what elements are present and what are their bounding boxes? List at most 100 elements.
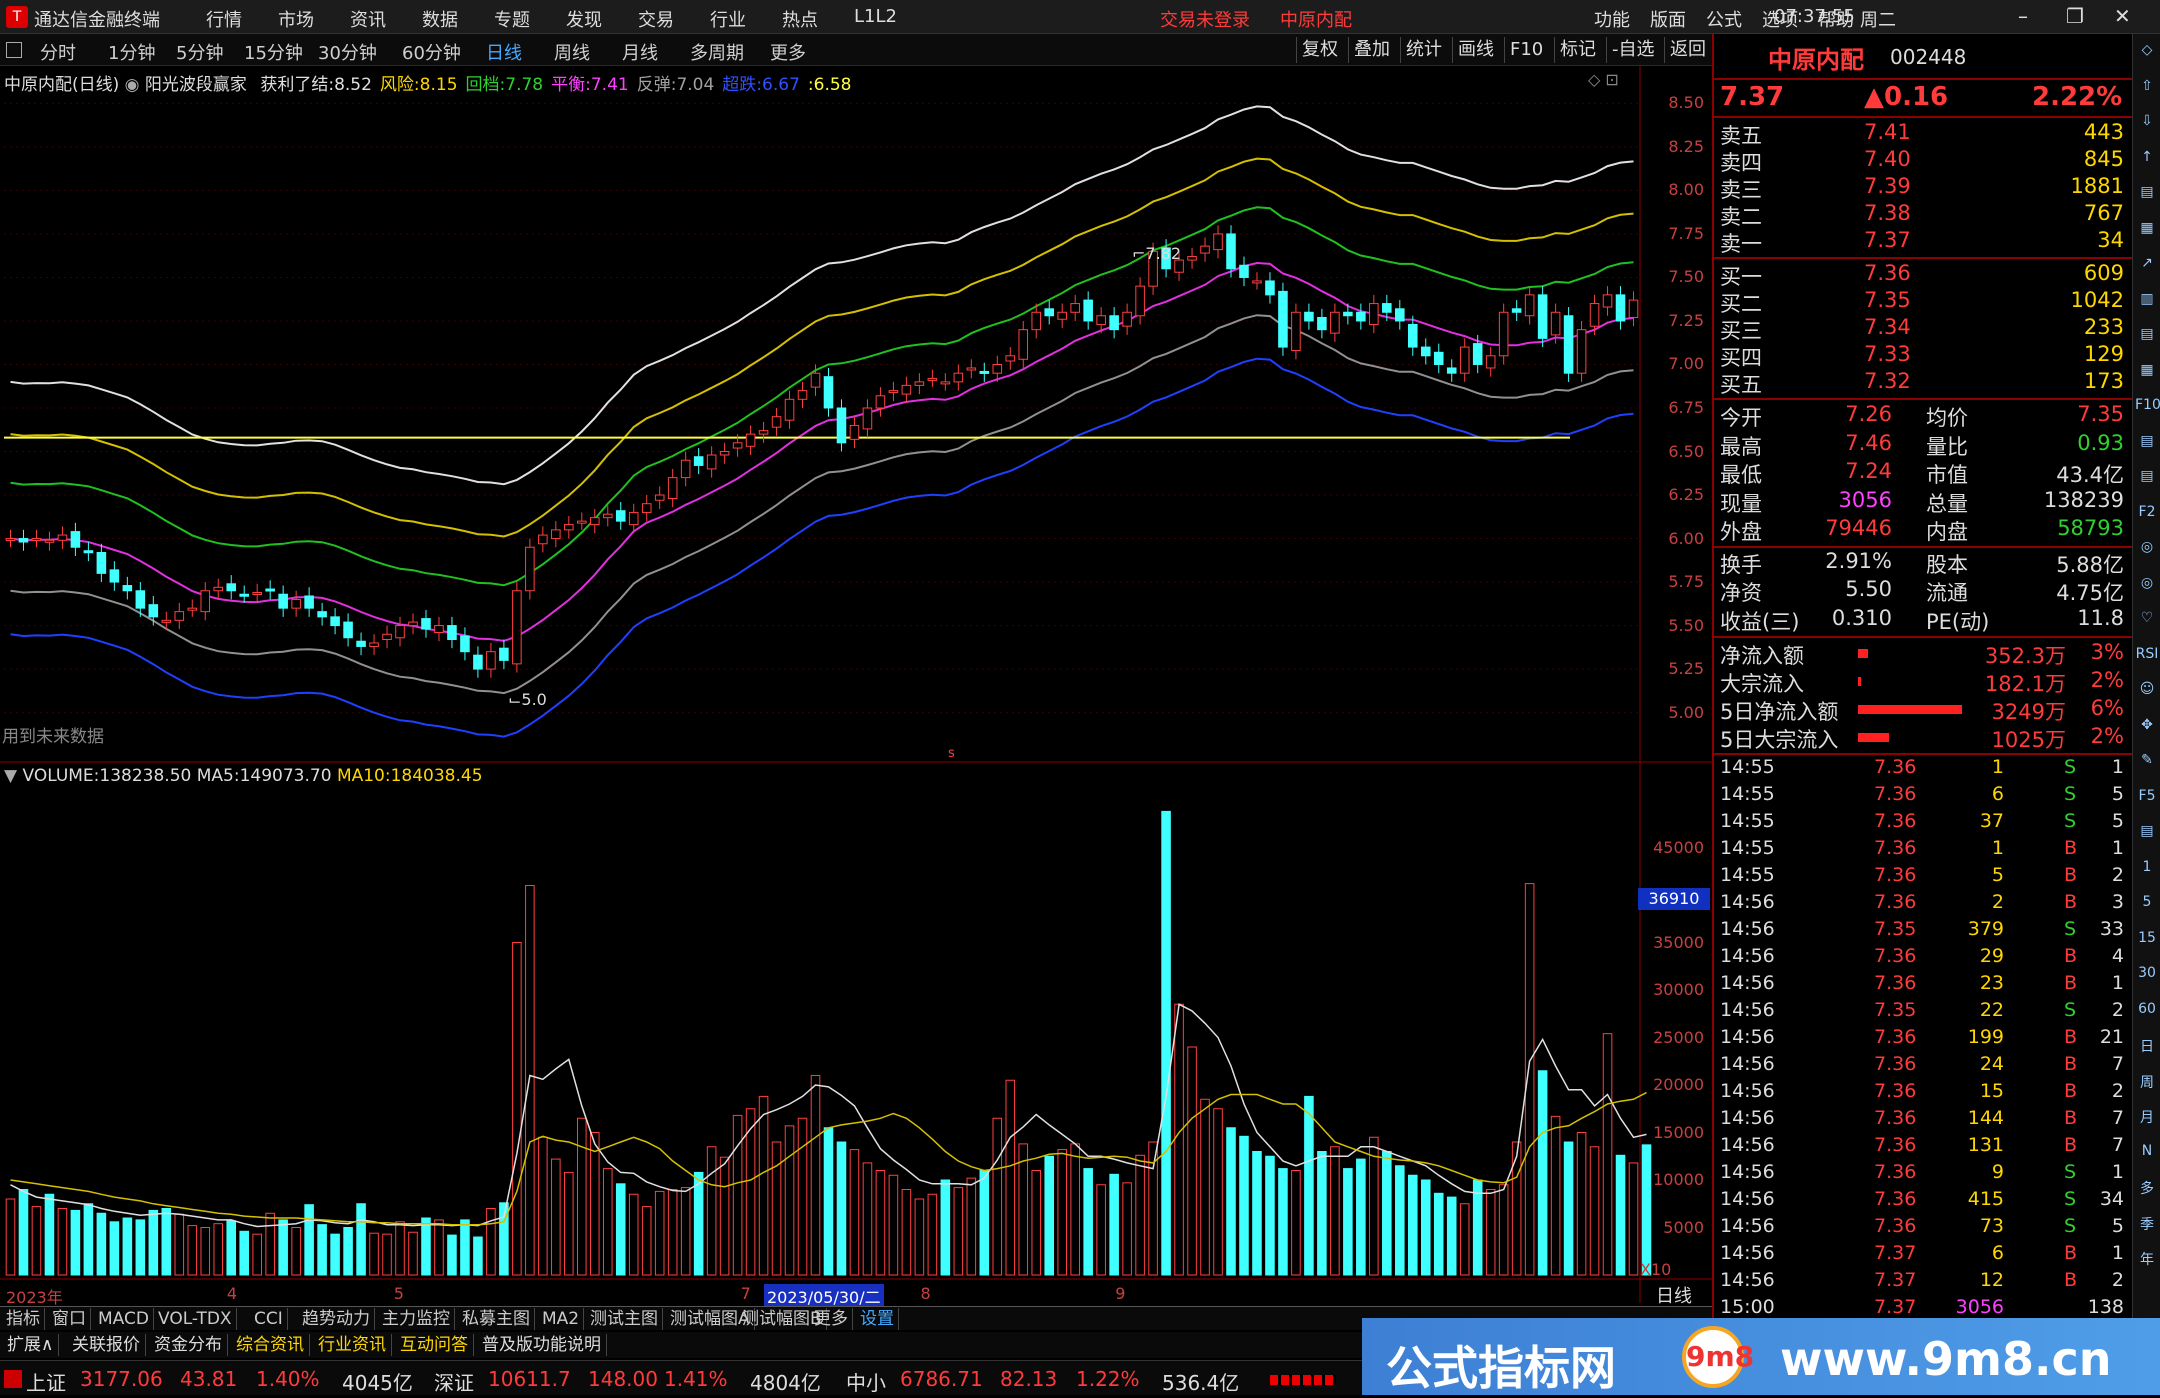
side-tool-icon-6[interactable]: ↗ [2135, 255, 2159, 271]
right-menu-0[interactable]: 功能 [1594, 6, 1630, 32]
period-10[interactable]: 更多 [770, 39, 806, 65]
side-tool-icon-28[interactable]: 日 [2135, 1036, 2159, 1056]
ask-price[interactable]: 7.41 [1864, 120, 1911, 144]
side-tool-icon-10[interactable]: F10 [2135, 397, 2160, 413]
info-tab-6[interactable]: 普及版功能说明 [477, 1334, 607, 1356]
minimize-button[interactable]: – [2018, 4, 2028, 28]
side-tool-icon-31[interactable]: N [2135, 1143, 2159, 1159]
bid-price[interactable]: 7.34 [1864, 315, 1911, 339]
side-tool-icon-21[interactable]: F5 [2135, 788, 2159, 804]
info-tab-3[interactable]: 综合资讯 [231, 1334, 310, 1356]
right-menu-2[interactable]: 公式 [1706, 6, 1742, 32]
indicator-tab-9[interactable]: 测试主图 [586, 1308, 663, 1330]
indicator-tab-8[interactable]: MA2 [538, 1308, 585, 1330]
side-tool-icon-15[interactable]: ◎ [2135, 575, 2159, 591]
indicator-tab-6[interactable]: 主力监控 [378, 1308, 455, 1330]
indicator-tab-13[interactable]: 设置 [856, 1308, 899, 1330]
menu-2[interactable]: 资讯 [350, 6, 386, 32]
side-tool-icon-24[interactable]: 5 [2135, 894, 2159, 910]
login-status[interactable]: 交易未登录 [1160, 6, 1250, 32]
side-tool-icon-16[interactable]: ♡ [2135, 610, 2159, 626]
ask-price[interactable]: 7.39 [1864, 174, 1911, 198]
formula-name[interactable]: 阳光波段赢家 [145, 75, 247, 95]
index-name[interactable]: 上证 [26, 1367, 66, 1396]
indicator-tab-2[interactable]: MACD [94, 1308, 154, 1330]
side-tool-icon-30[interactable]: 月 [2135, 1107, 2159, 1127]
side-tool-icon-19[interactable]: ✥ [2135, 717, 2159, 733]
menu-4[interactable]: 专题 [494, 6, 530, 32]
period-8[interactable]: 月线 [622, 39, 658, 65]
side-tool-icon-27[interactable]: 60 [2135, 1001, 2159, 1017]
side-tool-icon-23[interactable]: 1 [2135, 859, 2159, 875]
period-6[interactable]: 日线 [486, 39, 522, 65]
close-button[interactable]: ✕ [2114, 4, 2131, 28]
menu-0[interactable]: 行情 [206, 6, 242, 32]
ask-price[interactable]: 7.37 [1864, 228, 1911, 252]
right-menu-4[interactable]: 帮助 [1818, 6, 1854, 32]
info-tab-1[interactable]: 关联报价 [67, 1334, 146, 1356]
ask-price[interactable]: 7.40 [1864, 147, 1911, 171]
indicator-tab-4[interactable]: CCI [250, 1308, 288, 1330]
info-tab-2[interactable]: 资金分布 [149, 1334, 228, 1356]
period-5[interactable]: 60分钟 [402, 39, 461, 65]
right-menu-1[interactable]: 版面 [1650, 6, 1686, 32]
tool-2[interactable]: 统计 [1400, 37, 1447, 63]
period-9[interactable]: 多周期 [690, 39, 744, 65]
side-tool-icon-20[interactable]: ✎ [2135, 752, 2159, 768]
info-tab-4[interactable]: 行业资讯 [313, 1334, 392, 1356]
period-7[interactable]: 周线 [554, 39, 590, 65]
side-tool-icon-26[interactable]: 30 [2135, 965, 2159, 981]
panel-toggle-icon[interactable] [6, 42, 22, 58]
side-tool-icon-32[interactable]: 多 [2135, 1178, 2159, 1198]
maximize-button[interactable]: ❐ [2066, 4, 2084, 28]
side-tool-icon-9[interactable]: ▦ [2135, 362, 2159, 378]
menu-5[interactable]: 发现 [566, 6, 602, 32]
side-tool-icon-12[interactable]: ▤ [2135, 468, 2159, 484]
period-0[interactable]: 分时 [40, 39, 76, 65]
period-3[interactable]: 15分钟 [244, 39, 303, 65]
bid-price[interactable]: 7.33 [1864, 342, 1911, 366]
menu-3[interactable]: 数据 [422, 6, 458, 32]
right-menu-3[interactable]: 选项 [1762, 6, 1798, 32]
indicator-tab-3[interactable]: VOL-TDX [154, 1308, 237, 1330]
side-tool-icon-17[interactable]: RSI [2135, 646, 2159, 662]
tool-3[interactable]: 画线 [1452, 37, 1499, 63]
index-name[interactable]: 中小 [846, 1367, 886, 1396]
bid-price[interactable]: 7.32 [1864, 369, 1911, 393]
indicator-tab-12[interactable]: 更多 [810, 1308, 853, 1330]
indicator-tab-7[interactable]: 私募主图 [458, 1308, 535, 1330]
indicator-tab-1[interactable]: 窗口 [48, 1308, 91, 1330]
info-tab-5[interactable]: 互动问答 [395, 1334, 474, 1356]
menu-8[interactable]: 热点 [782, 6, 818, 32]
tool-6[interactable]: -自选 [1606, 37, 1660, 63]
kline-chart[interactable] [0, 66, 1712, 1331]
side-tool-icon-25[interactable]: 15 [2135, 930, 2159, 946]
period-4[interactable]: 30分钟 [318, 39, 377, 65]
side-tool-icon-4[interactable]: ▤ [2135, 184, 2159, 200]
chart-ctrl-icons[interactable]: ◇ ⊡ [1588, 70, 1619, 89]
menu-9[interactable]: L1L2 [854, 6, 897, 27]
bid-price[interactable]: 7.36 [1864, 261, 1911, 285]
side-tool-icon-8[interactable]: ▤ [2135, 326, 2159, 342]
side-tool-icon-14[interactable]: ◎ [2135, 539, 2159, 555]
side-tool-icon-11[interactable]: ▤ [2135, 433, 2159, 449]
menu-1[interactable]: 市场 [278, 6, 314, 32]
period-2[interactable]: 5分钟 [176, 39, 223, 65]
period-1[interactable]: 1分钟 [108, 39, 155, 65]
info-tab-0[interactable]: 扩展∧ [2, 1334, 60, 1356]
index-name[interactable]: 深证 [434, 1367, 474, 1396]
tool-5[interactable]: 标记 [1554, 37, 1601, 63]
menu-7[interactable]: 行业 [710, 6, 746, 32]
menu-6[interactable]: 交易 [638, 6, 674, 32]
side-tool-icon-3[interactable]: ↑ [2135, 149, 2159, 165]
side-tool-icon-18[interactable]: ☺ [2135, 681, 2159, 697]
side-tool-icon-1[interactable]: ⇧ [2135, 78, 2159, 94]
side-tool-icon-33[interactable]: 季 [2135, 1214, 2159, 1234]
formula-icon[interactable]: ◉ [125, 75, 140, 95]
tool-1[interactable]: 叠加 [1348, 37, 1395, 63]
volume-toggle-icon[interactable]: ▼ [4, 766, 17, 786]
side-tool-icon-13[interactable]: F2 [2135, 504, 2159, 520]
market-icon[interactable] [4, 1370, 22, 1388]
tool-4[interactable]: F10 [1504, 37, 1548, 63]
side-tool-icon-0[interactable]: ◇ [2135, 42, 2159, 58]
